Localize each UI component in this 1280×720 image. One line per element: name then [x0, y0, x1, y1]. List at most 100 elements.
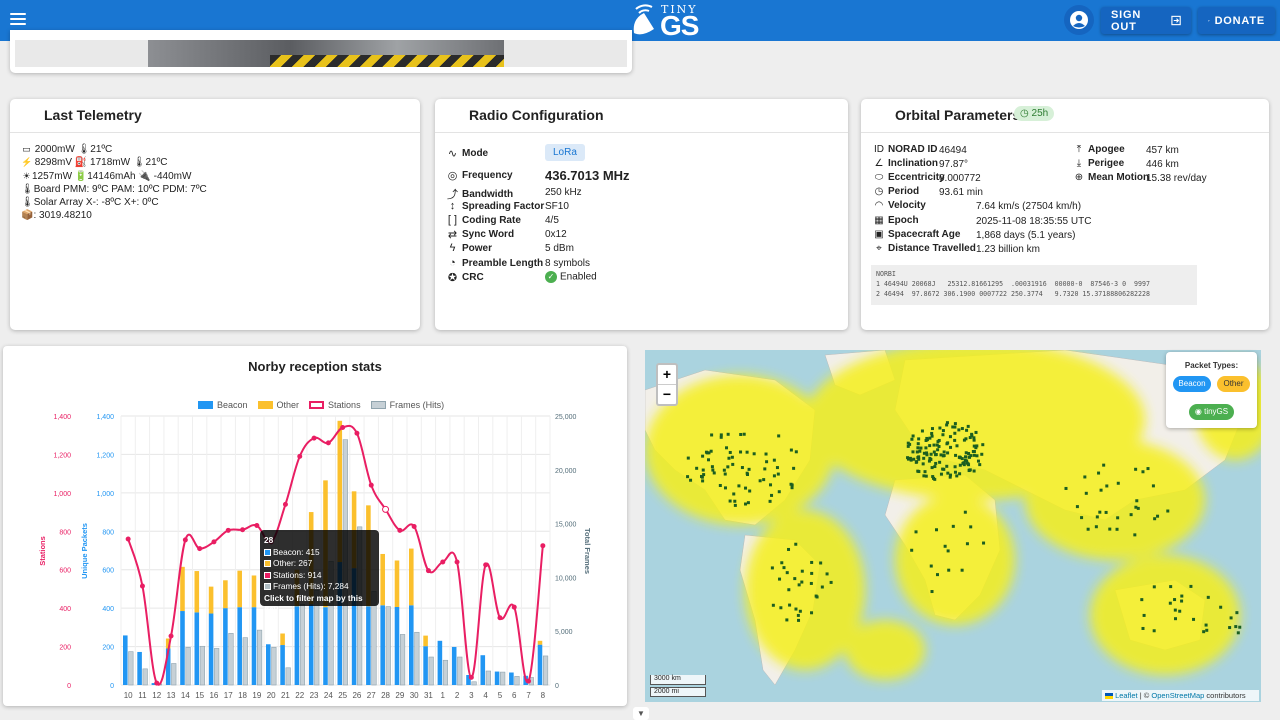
station-marker[interactable]	[924, 446, 928, 450]
station-marker[interactable]	[915, 450, 919, 454]
station-marker[interactable]	[934, 461, 938, 465]
station-marker[interactable]	[974, 430, 978, 434]
station-marker[interactable]	[941, 429, 945, 433]
station-marker[interactable]	[982, 541, 986, 545]
station-marker[interactable]	[689, 478, 693, 482]
station-marker[interactable]	[770, 493, 774, 497]
station-marker[interactable]	[948, 435, 952, 439]
station-marker[interactable]	[695, 466, 699, 470]
station-marker[interactable]	[702, 473, 706, 477]
zoom-in-button[interactable]: +	[658, 365, 676, 384]
station-marker[interactable]	[1180, 599, 1184, 603]
station-marker[interactable]	[794, 450, 798, 454]
station-marker[interactable]	[744, 486, 748, 490]
station-marker[interactable]	[1086, 527, 1090, 531]
station-marker[interactable]	[1189, 584, 1193, 588]
station-marker[interactable]	[1152, 629, 1156, 633]
station-marker[interactable]	[1134, 505, 1138, 509]
station-marker[interactable]	[728, 499, 732, 503]
osm-link[interactable]: OpenStreetMap	[1151, 691, 1204, 700]
station-marker[interactable]	[965, 542, 969, 546]
station-marker[interactable]	[970, 434, 974, 438]
station-marker[interactable]	[922, 456, 926, 460]
station-marker[interactable]	[943, 544, 947, 548]
station-marker[interactable]	[800, 580, 804, 584]
station-marker[interactable]	[1173, 608, 1177, 612]
station-marker[interactable]	[911, 434, 915, 438]
station-marker[interactable]	[1153, 517, 1157, 521]
station-marker[interactable]	[922, 474, 926, 478]
station-marker[interactable]	[941, 467, 945, 471]
station-marker[interactable]	[1098, 510, 1102, 514]
station-marker[interactable]	[969, 525, 973, 529]
station-marker[interactable]	[711, 468, 715, 472]
station-marker[interactable]	[930, 431, 934, 435]
station-marker[interactable]	[772, 474, 776, 478]
station-marker[interactable]	[810, 571, 814, 575]
station-marker[interactable]	[1116, 481, 1120, 485]
station-marker[interactable]	[928, 456, 932, 460]
station-marker[interactable]	[1173, 598, 1177, 602]
station-marker[interactable]	[1166, 509, 1170, 513]
station-marker[interactable]	[932, 450, 936, 454]
station-marker[interactable]	[1168, 601, 1172, 605]
station-marker[interactable]	[930, 427, 934, 431]
station-marker[interactable]	[728, 450, 732, 454]
station-marker[interactable]	[914, 460, 918, 464]
station-marker[interactable]	[975, 454, 979, 458]
station-marker[interactable]	[951, 425, 955, 429]
station-marker[interactable]	[718, 483, 722, 487]
station-marker[interactable]	[920, 429, 924, 433]
station-marker[interactable]	[701, 454, 705, 458]
station-marker[interactable]	[923, 470, 927, 474]
station-marker[interactable]	[948, 473, 952, 477]
station-marker[interactable]	[686, 456, 690, 460]
station-marker[interactable]	[1206, 595, 1210, 599]
station-marker[interactable]	[963, 510, 967, 514]
station-marker[interactable]	[1174, 617, 1178, 621]
station-marker[interactable]	[785, 571, 789, 575]
leaflet-link[interactable]: Leaflet	[1115, 691, 1138, 700]
station-marker[interactable]	[701, 479, 705, 483]
station-marker[interactable]	[762, 478, 766, 482]
station-marker[interactable]	[965, 428, 969, 432]
station-marker[interactable]	[972, 469, 976, 473]
station-marker[interactable]	[790, 483, 794, 487]
station-marker[interactable]	[941, 433, 945, 437]
station-marker[interactable]	[962, 438, 966, 442]
station-marker[interactable]	[912, 457, 916, 461]
station-marker[interactable]	[771, 603, 775, 607]
station-marker[interactable]	[739, 432, 743, 436]
station-marker[interactable]	[1152, 585, 1156, 589]
station-marker[interactable]	[723, 486, 727, 490]
station-marker[interactable]	[777, 490, 781, 494]
station-marker[interactable]	[745, 471, 749, 475]
station-marker[interactable]	[779, 606, 783, 610]
station-marker[interactable]	[710, 433, 714, 437]
station-marker[interactable]	[967, 455, 971, 459]
station-marker[interactable]	[719, 433, 723, 437]
station-marker[interactable]	[937, 438, 941, 442]
station-marker[interactable]	[966, 424, 970, 428]
station-marker[interactable]	[908, 456, 912, 460]
station-marker[interactable]	[1116, 516, 1120, 520]
station-marker[interactable]	[1169, 585, 1173, 589]
station-marker[interactable]	[945, 464, 949, 468]
station-marker[interactable]	[914, 530, 918, 534]
station-marker[interactable]	[710, 465, 714, 469]
station-marker[interactable]	[960, 427, 964, 431]
station-marker[interactable]	[792, 466, 796, 470]
station-marker[interactable]	[787, 588, 791, 592]
account-icon[interactable]	[1064, 5, 1094, 35]
station-marker[interactable]	[1083, 475, 1087, 479]
station-marker[interactable]	[906, 444, 910, 448]
station-marker[interactable]	[917, 437, 921, 441]
station-marker[interactable]	[733, 503, 737, 507]
station-marker[interactable]	[726, 465, 730, 469]
station-marker[interactable]	[825, 572, 829, 576]
station-marker[interactable]	[938, 426, 942, 430]
station-marker[interactable]	[933, 465, 937, 469]
station-marker[interactable]	[700, 475, 704, 479]
station-marker[interactable]	[1235, 611, 1239, 615]
station-marker[interactable]	[747, 467, 751, 471]
